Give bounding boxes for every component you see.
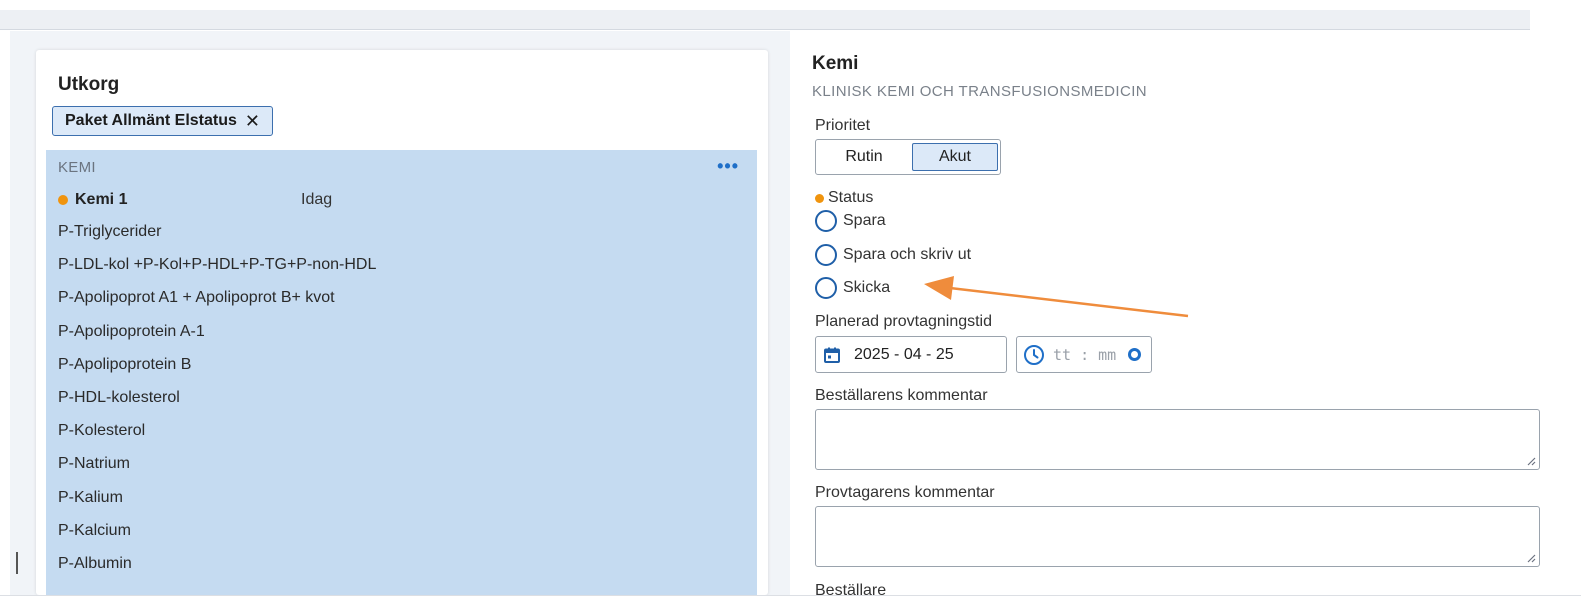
radio-icon[interactable] <box>815 277 837 299</box>
list-item[interactable]: P-LDL-kol +P-Kol+P-HDL+P-TG+P-non-HDL <box>58 255 376 288</box>
list-item[interactable]: P-Apolipoprotein B <box>58 355 376 388</box>
resize-handle[interactable] <box>16 552 18 574</box>
list-item[interactable]: P-Albumin <box>58 554 376 587</box>
required-dot-icon <box>815 193 824 203</box>
planned-time-label: Planerad provtagningstid <box>815 313 993 330</box>
list-item[interactable]: P-Kolesterol <box>58 421 376 454</box>
radio-label: Skicka <box>843 279 891 296</box>
radio-icon[interactable] <box>815 244 837 266</box>
date-input[interactable]: 2025 - 04 - 25 <box>815 336 1007 373</box>
order-detail-panel: Kemi KLINISK KEMI OCH TRANSFUSIONSMEDICI… <box>790 31 1581 599</box>
top-bar <box>0 10 1530 30</box>
sampler-comment-textarea[interactable] <box>815 506 1540 567</box>
priority-rutin-button[interactable]: Rutin <box>819 143 909 171</box>
radio-label: Spara och skriv ut <box>843 246 972 263</box>
status-dot-icon <box>58 195 68 205</box>
group-label: KEMI <box>58 159 96 176</box>
analysis-list: P-Triglycerider P-LDL-kol +P-Kol+P-HDL+P… <box>58 222 376 587</box>
order-name: Kemi 1 <box>75 191 128 208</box>
order-date: Idag <box>301 191 333 208</box>
package-chip[interactable]: Paket Allmänt Elstatus ✕ <box>52 106 273 136</box>
orderer-comment-textarea[interactable] <box>815 409 1540 470</box>
status-label-text: Status <box>828 189 874 206</box>
resize-grip-icon[interactable] <box>1526 553 1536 563</box>
priority-akut-button[interactable]: Akut <box>912 143 998 171</box>
list-item[interactable]: P-HDL-kolesterol <box>58 388 376 421</box>
resize-grip-icon[interactable] <box>1526 456 1536 466</box>
radio-icon[interactable] <box>815 210 837 232</box>
order-group[interactable]: KEMI ••• Kemi 1 Idag P-Triglycerider P-L… <box>46 150 757 595</box>
bottom-strip <box>0 595 1581 615</box>
priority-toggle: Rutin Akut <box>815 139 1001 175</box>
utkorg-panel: Utkorg Paket Allmänt Elstatus ✕ KEMI •••… <box>36 50 768 595</box>
order-row[interactable]: Kemi 1 Idag <box>58 191 332 209</box>
status-radio-spara-skriv-ut[interactable]: Spara och skriv ut <box>815 244 971 266</box>
time-input[interactable]: tt : mm <box>1016 336 1152 373</box>
close-icon[interactable]: ✕ <box>245 112 260 130</box>
date-value: 2025 - 04 - 25 <box>854 345 954 363</box>
list-item[interactable]: P-Triglycerider <box>58 222 376 255</box>
more-horizontal-icon[interactable]: ••• <box>717 156 739 177</box>
list-item[interactable]: P-Kalcium <box>58 521 376 554</box>
utkorg-title: Utkorg <box>58 74 120 95</box>
list-item[interactable]: P-Natrium <box>58 454 376 487</box>
detail-subtitle: KLINISK KEMI OCH TRANSFUSIONSMEDICIN <box>812 83 1148 100</box>
time-status-icon <box>1128 348 1141 361</box>
sampler-comment-label: Provtagarens kommentar <box>815 484 995 501</box>
package-chip-label: Paket Allmänt Elstatus <box>65 112 237 129</box>
orderer-comment-label: Beställarens kommentar <box>815 387 988 404</box>
radio-label: Spara <box>843 212 886 229</box>
clock-icon[interactable] <box>1023 344 1045 366</box>
calendar-icon[interactable] <box>824 347 840 363</box>
status-radio-skicka[interactable]: Skicka <box>815 277 890 299</box>
status-radio-spara[interactable]: Spara <box>815 210 886 232</box>
list-item[interactable]: P-Apolipoprotein A-1 <box>58 322 376 355</box>
priority-label: Prioritet <box>815 117 871 134</box>
time-placeholder: tt : mm <box>1053 345 1117 364</box>
detail-title: Kemi <box>812 53 859 74</box>
list-item[interactable]: P-Apolipoprot A1 + Apolipoprot B+ kvot <box>58 288 376 321</box>
status-label: Status <box>815 189 873 207</box>
list-item[interactable]: P-Kalium <box>58 488 376 521</box>
